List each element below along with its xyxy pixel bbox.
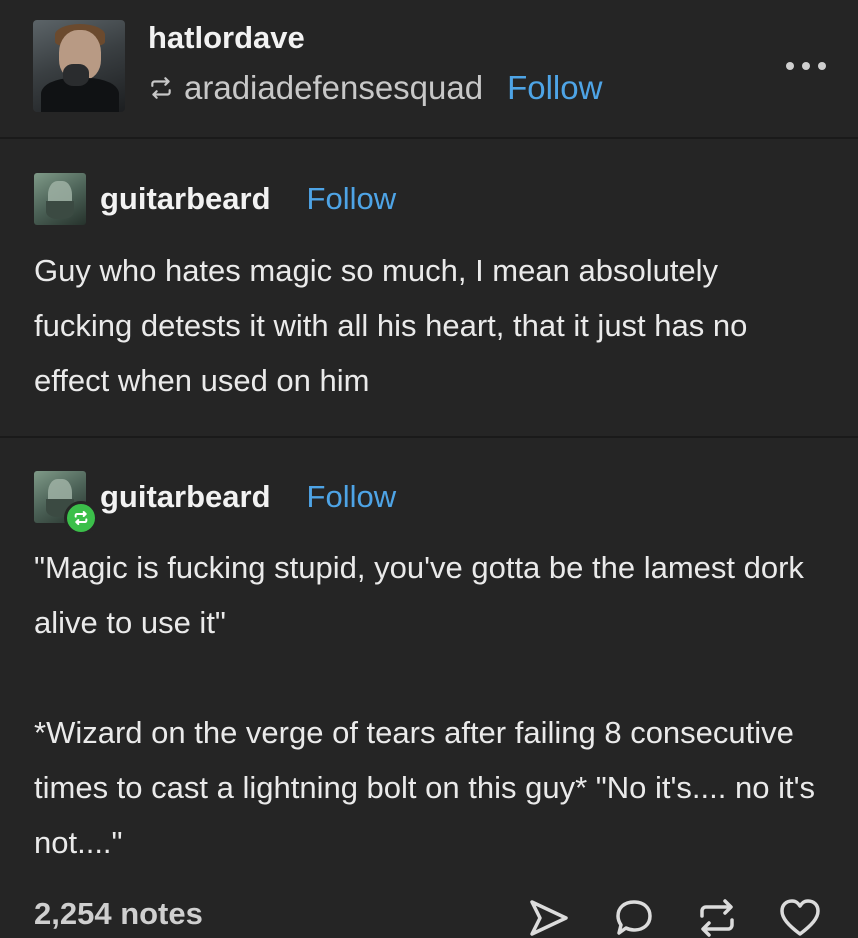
post-body: "Magic is fucking stupid, you've gotta b… — [34, 540, 824, 870]
avatar[interactable] — [34, 173, 86, 225]
post-paragraph: *Wizard on the verge of tears after fail… — [34, 715, 815, 860]
post-footer: 2,254 notes — [0, 888, 858, 937]
post-paragraph: "Magic is fucking stupid, you've gotta b… — [34, 550, 804, 640]
post-body: Guy who hates magic so much, I mean abso… — [34, 243, 824, 408]
post-username[interactable]: guitarbeard — [100, 181, 271, 217]
reblog-source-name[interactable]: aradiadefensesquad — [184, 69, 483, 107]
post-header: hatlordave aradiadefensesquad Follow — [0, 0, 858, 138]
avatar[interactable] — [34, 471, 98, 535]
follow-button[interactable]: Follow — [307, 181, 397, 217]
reblog-icon[interactable] — [696, 898, 738, 938]
follow-button[interactable]: Follow — [307, 479, 397, 515]
blog-name[interactable]: hatlordave — [148, 20, 305, 56]
reblog-source: aradiadefensesquad Follow — [148, 68, 602, 108]
post-author: guitarbeard Follow — [34, 173, 397, 225]
reblog-icon — [151, 77, 171, 99]
post-paragraph: Guy who hates magic so much, I mean abso… — [34, 253, 748, 398]
more-dots-icon[interactable] — [786, 56, 826, 76]
share-icon[interactable] — [528, 898, 570, 938]
reblog-badge-icon — [64, 501, 98, 535]
reply-icon[interactable] — [614, 898, 654, 938]
like-icon[interactable] — [778, 898, 822, 938]
divider — [0, 436, 858, 438]
notes-count[interactable]: 2,254 notes — [34, 896, 203, 932]
post-author: guitarbeard Follow — [34, 471, 397, 535]
post-username[interactable]: guitarbeard — [100, 479, 271, 515]
avatar[interactable] — [33, 20, 125, 112]
follow-button[interactable]: Follow — [507, 69, 602, 107]
divider — [0, 137, 858, 139]
